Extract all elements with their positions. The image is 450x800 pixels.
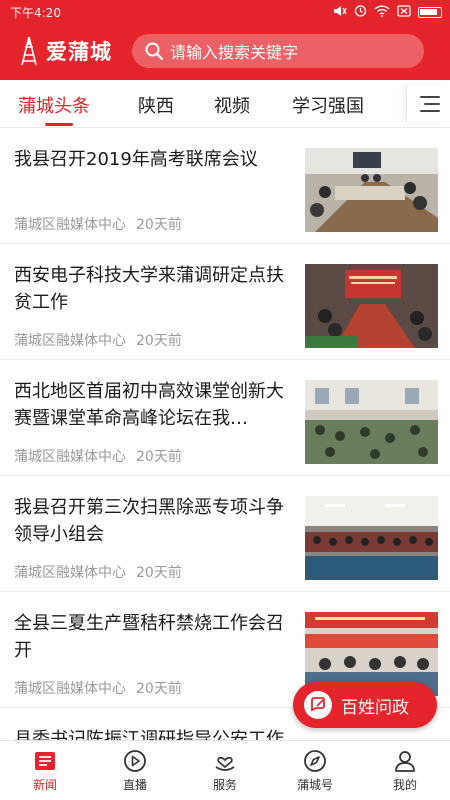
news-meta: 蒲城区融媒体中心 20天前 <box>14 678 182 698</box>
search-icon <box>145 42 164 61</box>
news-thumbnail <box>305 148 438 232</box>
nav-live[interactable]: 直播 <box>105 749 165 793</box>
play-icon <box>124 750 146 772</box>
news-time: 20天前 <box>136 681 182 697</box>
news-title: 全县三夏生产暨秸秆禁烧工作会召开 <box>14 613 284 661</box>
battery-icon <box>418 6 442 18</box>
edit-chat-icon <box>304 691 332 719</box>
compass-icon <box>304 750 326 772</box>
news-thumbnail <box>305 380 438 464</box>
news-source: 蒲城区融媒体中心 <box>14 681 126 697</box>
news-item[interactable]: 西北地区首届初中高效课堂创新大赛暨课堂革命高峰论坛在我… 蒲城区融媒体中心 20天… <box>0 360 450 476</box>
news-thumbnail <box>305 496 438 580</box>
news-time: 20天前 <box>136 565 182 581</box>
nav-label: 新闻 <box>32 778 57 792</box>
news-time: 20天前 <box>136 449 182 465</box>
search-input[interactable]: 请输入搜索关键字 <box>132 34 424 68</box>
news-meta: 蒲城区融媒体中心 20天前 <box>14 214 182 234</box>
active-tab-indicator <box>45 123 73 126</box>
news-title: 我县召开第三次扫黑除恶专项斗争领导小组会 <box>14 497 284 545</box>
tab-menu-button[interactable] <box>406 86 450 122</box>
app-header-background: 下午4:20 爱蒲城 请输入搜索关键字 <box>0 0 450 80</box>
bottom-nav: 新闻 直播 服务 蒲城号 我的 <box>0 740 450 800</box>
public-inquiry-label: 百姓问政 <box>341 697 409 718</box>
header: 爱蒲城 请输入搜索关键字 <box>0 24 450 80</box>
tab-puchengtoutiao[interactable]: 蒲城头条 <box>18 92 90 118</box>
news-title: 我县召开2019年高考联席会议 <box>14 149 258 170</box>
nav-news[interactable]: 新闻 <box>15 749 75 793</box>
news-title: 西北地区首届初中高效课堂创新大赛暨课堂革命高峰论坛在我… <box>14 381 284 429</box>
news-item[interactable]: 西安电子科技大学来蒲调研定点扶贫工作 蒲城区融媒体中心 20天前 <box>0 244 450 360</box>
status-icons <box>333 4 442 20</box>
logo-tower-icon <box>21 36 37 66</box>
public-inquiry-button[interactable]: 百姓问政 <box>293 682 437 728</box>
sim-blocked-icon <box>397 4 411 20</box>
tab-video[interactable]: 视频 <box>214 92 250 118</box>
user-icon <box>395 751 415 772</box>
news-item[interactable]: 我县召开第三次扫黑除恶专项斗争领导小组会 蒲城区融媒体中心 20天前 <box>0 476 450 592</box>
news-time: 20天前 <box>136 333 182 349</box>
nav-label: 蒲城号 <box>296 778 333 792</box>
nav-mine[interactable]: 我的 <box>375 749 435 793</box>
search-placeholder: 请输入搜索关键字 <box>170 43 299 62</box>
nav-label: 我的 <box>392 778 417 792</box>
news-meta: 蒲城区融媒体中心 20天前 <box>14 562 182 582</box>
category-tabs: 蒲城头条 陕西 视频 学习强国 <box>0 80 450 128</box>
menu-icon <box>420 96 440 112</box>
nav-label: 服务 <box>212 778 237 792</box>
heart-hand-icon <box>215 756 235 771</box>
news-meta: 蒲城区融媒体中心 20天前 <box>14 330 182 350</box>
status-bar: 下午4:20 <box>0 0 450 24</box>
news-title: 西安电子科技大学来蒲调研定点扶贫工作 <box>14 265 284 313</box>
nav-puchenghao[interactable]: 蒲城号 <box>285 749 345 793</box>
news-item[interactable]: 我县召开2019年高考联席会议 蒲城区融媒体中心 20天前 <box>0 128 450 244</box>
news-meta: 蒲城区融媒体中心 20天前 <box>14 446 182 466</box>
app-name: 爱蒲城 <box>46 39 112 64</box>
news-icon <box>35 752 55 770</box>
alarm-icon <box>354 4 367 20</box>
tab-shaanxi[interactable]: 陕西 <box>138 92 174 118</box>
nav-service[interactable]: 服务 <box>195 749 255 793</box>
tab-xuexiqiangguo[interactable]: 学习强国 <box>292 92 364 118</box>
wifi-icon <box>374 4 390 20</box>
news-source: 蒲城区融媒体中心 <box>14 333 126 349</box>
news-source: 蒲城区融媒体中心 <box>14 217 126 233</box>
news-source: 蒲城区融媒体中心 <box>14 565 126 581</box>
mute-icon <box>333 5 347 20</box>
news-source: 蒲城区融媒体中心 <box>14 449 126 465</box>
news-thumbnail <box>305 264 438 348</box>
app-logo[interactable]: 爱蒲城 <box>14 34 112 68</box>
status-time: 下午4:20 <box>10 6 61 20</box>
news-time: 20天前 <box>136 217 182 233</box>
nav-label: 直播 <box>122 778 147 792</box>
